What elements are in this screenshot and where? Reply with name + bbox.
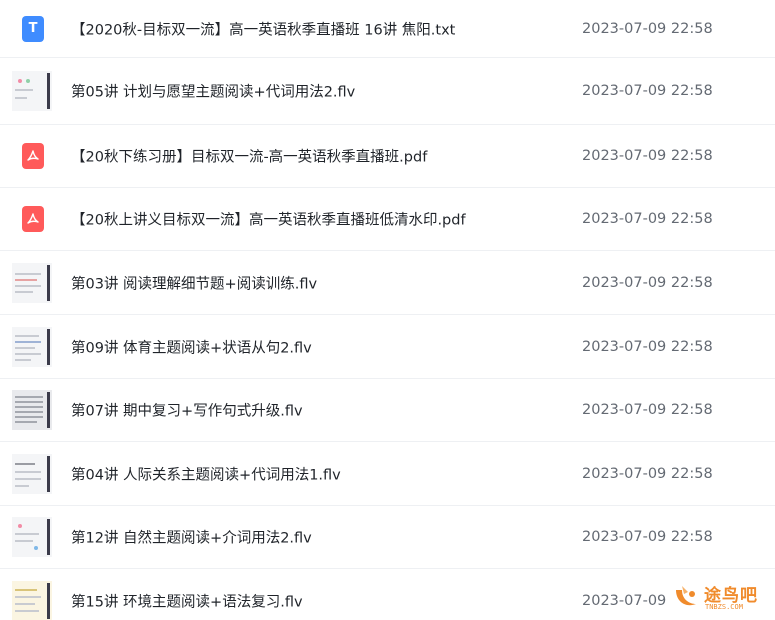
- file-date: 2023-07-09 22:58: [582, 465, 713, 482]
- file-row[interactable]: 第04讲 人际关系主题阅读+代词用法1.flv 2023-07-09 22:58: [0, 442, 775, 506]
- video-thumbnail: [12, 326, 52, 367]
- file-row[interactable]: 【20秋上讲义目标双一流】高一英语秋季直播班低清水印.pdf 2023-07-0…: [0, 188, 775, 251]
- file-list: T 【2020秋-目标双一流】高一英语秋季直播班 16讲 焦阳.txt 2023…: [0, 0, 775, 620]
- file-date: 2023-07-09 22:58: [582, 148, 713, 164]
- file-row[interactable]: T 【2020秋-目标双一流】高一英语秋季直播班 16讲 焦阳.txt 2023…: [0, 0, 775, 58]
- file-date: 2023-07-09 22:58: [582, 211, 713, 227]
- pdf-file-icon: [12, 199, 52, 239]
- txt-file-icon: T: [12, 9, 52, 49]
- file-row[interactable]: 第03讲 阅读理解细节题+阅读训练.flv 2023-07-09 22:58: [0, 251, 775, 315]
- watermark-logo: 途鸟吧 TNBZS.COM: [672, 580, 772, 616]
- file-date: 2023-07-09 22:58: [582, 83, 713, 99]
- video-thumbnail: [12, 453, 52, 494]
- video-thumbnail: [12, 71, 52, 111]
- pdf-file-icon: [12, 136, 52, 176]
- file-name[interactable]: 第12讲 自然主题阅读+介词用法2.flv: [71, 527, 312, 548]
- bird-logo-icon: [676, 586, 696, 606]
- file-row[interactable]: 第12讲 自然主题阅读+介词用法2.flv 2023-07-09 22:58: [0, 506, 775, 569]
- file-name[interactable]: 第09讲 体育主题阅读+状语从句2.flv: [71, 336, 312, 357]
- file-row[interactable]: 第05讲 计划与愿望主题阅读+代词用法2.flv 2023-07-09 22:5…: [0, 58, 775, 125]
- file-name[interactable]: 第04讲 人际关系主题阅读+代词用法1.flv: [71, 463, 341, 484]
- video-thumbnail: [12, 580, 52, 620]
- file-row[interactable]: 【20秋下练习册】目标双一流-高一英语秋季直播班.pdf 2023-07-09 …: [0, 125, 775, 188]
- file-date: 2023-07-09 22:58: [582, 402, 713, 418]
- file-name[interactable]: 【20秋上讲义目标双一流】高一英语秋季直播班低清水印.pdf: [71, 209, 466, 230]
- file-row[interactable]: 第07讲 期中复习+写作句式升级.flv 2023-07-09 22:58: [0, 379, 775, 442]
- file-name[interactable]: 第15讲 环境主题阅读+语法复习.flv: [71, 590, 303, 611]
- file-row[interactable]: 第15讲 环境主题阅读+语法复习.flv 2023-07-09: [0, 569, 775, 620]
- watermark-subtext: TNBZS.COM: [705, 603, 743, 611]
- video-thumbnail: [12, 262, 52, 303]
- file-date: 2023-07-09 22:58: [582, 338, 713, 355]
- file-date: 2023-07-09 22:58: [582, 529, 713, 545]
- video-thumbnail: [12, 517, 52, 557]
- file-name[interactable]: 第07讲 期中复习+写作句式升级.flv: [71, 400, 303, 421]
- file-date: 2023-07-09 22:58: [582, 274, 713, 291]
- file-date: 2023-07-09 22:58: [582, 20, 713, 37]
- file-name[interactable]: 【2020秋-目标双一流】高一英语秋季直播班 16讲 焦阳.txt: [71, 18, 455, 39]
- file-name[interactable]: 第03讲 阅读理解细节题+阅读训练.flv: [71, 272, 317, 293]
- file-name[interactable]: 【20秋下练习册】目标双一流-高一英语秋季直播班.pdf: [71, 146, 427, 167]
- file-date: 2023-07-09: [582, 592, 667, 609]
- video-thumbnail: [12, 390, 52, 430]
- file-row[interactable]: 第09讲 体育主题阅读+状语从句2.flv 2023-07-09 22:58: [0, 315, 775, 379]
- file-name[interactable]: 第05讲 计划与愿望主题阅读+代词用法2.flv: [71, 81, 355, 102]
